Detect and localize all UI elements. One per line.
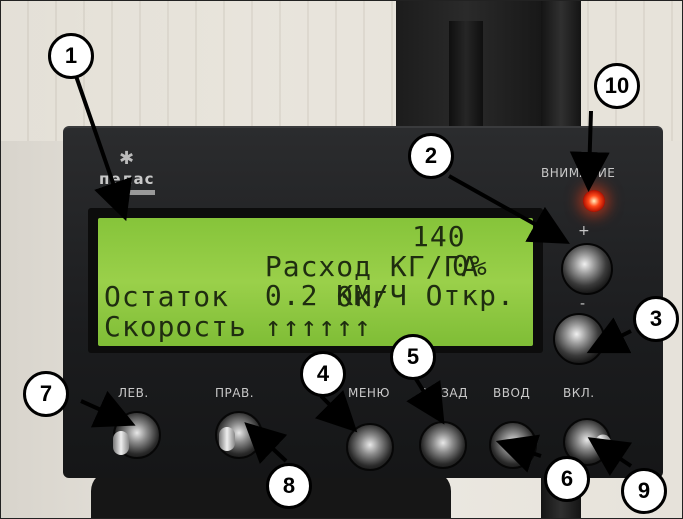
callout-5: 5 <box>390 334 436 380</box>
callout-3: 3 <box>633 296 679 342</box>
callout-10: 10 <box>594 63 640 109</box>
callout-2: 2 <box>408 133 454 179</box>
callout-6: 6 <box>544 456 590 502</box>
callout-9: 9 <box>621 468 667 514</box>
callout-7: 7 <box>23 371 69 417</box>
photo-frame: ✱ пелас ВНИМАНИЕ Расход КГ/ГА 140 0.2 КМ… <box>0 0 683 519</box>
callout-arrows <box>74 75 633 476</box>
callout-1: 1 <box>48 33 94 79</box>
callout-4: 4 <box>300 351 346 397</box>
callout-8: 8 <box>266 463 312 509</box>
